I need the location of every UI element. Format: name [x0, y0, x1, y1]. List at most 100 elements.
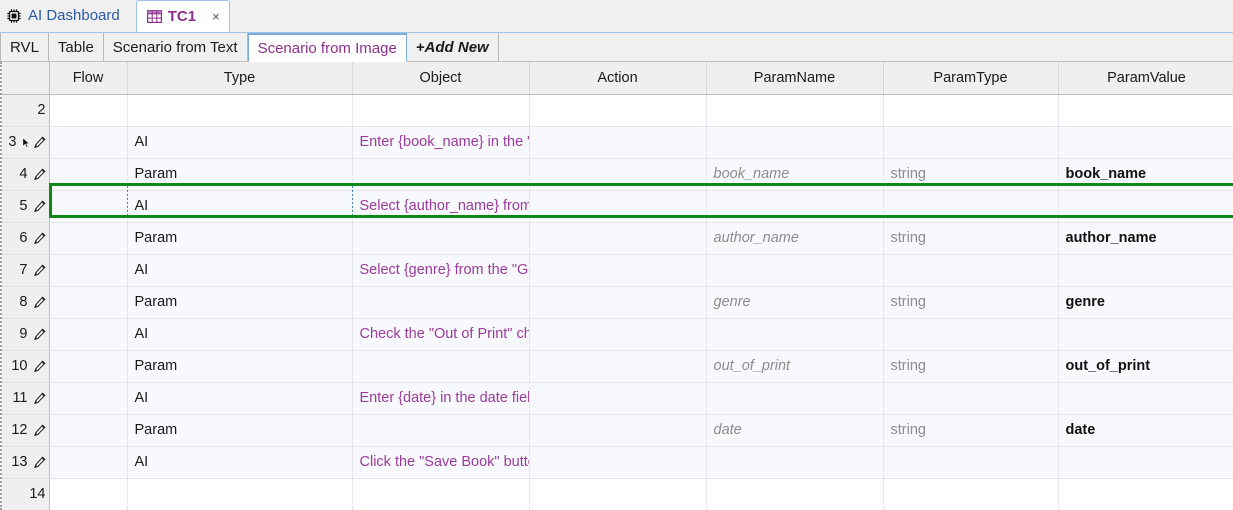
table-row[interactable]: 10 Param out_of_print string out_of_print: [2, 350, 1233, 383]
pencil-icon[interactable]: [33, 263, 46, 277]
row-header-4[interactable]: 4: [2, 158, 50, 191]
cell-paramtype[interactable]: string: [883, 286, 1059, 319]
row-header-10[interactable]: 10: [2, 350, 50, 383]
cell-paramtype[interactable]: [883, 382, 1059, 415]
cell-paramtype[interactable]: [883, 318, 1059, 351]
cell-paramvalue[interactable]: date: [1058, 414, 1233, 447]
cell-action[interactable]: [529, 414, 707, 447]
row-header-14[interactable]: 14: [2, 478, 50, 510]
brand-ai-dashboard[interactable]: AI Dashboard: [0, 0, 130, 32]
row-header-7[interactable]: 7: [2, 254, 50, 287]
cell-action[interactable]: [529, 222, 707, 255]
cell-paramname[interactable]: [706, 254, 884, 287]
cell-flow[interactable]: [49, 190, 128, 223]
cell-type[interactable]: Param: [127, 286, 353, 319]
cell-paramname[interactable]: [706, 478, 884, 510]
cell-paramtype[interactable]: [883, 446, 1059, 479]
cell-type[interactable]: AI: [127, 318, 353, 351]
cell-paramtype[interactable]: [883, 478, 1059, 510]
cell-flow[interactable]: [49, 94, 128, 127]
tab-scenario-from-image[interactable]: Scenario from Image: [247, 33, 407, 62]
cell-flow[interactable]: [49, 286, 128, 319]
table-row[interactable]: 5 AISelect {author_name} from the "Author…: [2, 190, 1233, 223]
pencil-icon[interactable]: [33, 167, 46, 181]
cell-paramname[interactable]: [706, 382, 884, 415]
cell-type[interactable]: AI: [127, 190, 353, 223]
cell-paramtype[interactable]: string: [883, 222, 1059, 255]
cell-paramvalue[interactable]: [1058, 382, 1233, 415]
cell-object[interactable]: [352, 478, 530, 510]
table-row[interactable]: 7 AISelect {genre} from the "Genre" dropd…: [2, 254, 1233, 287]
cell-object[interactable]: [352, 222, 530, 255]
table-row[interactable]: 12 Param date string date: [2, 414, 1233, 447]
pencil-icon[interactable]: [33, 359, 46, 373]
header-paramvalue[interactable]: ParamValue: [1058, 62, 1233, 95]
row-header-11[interactable]: 11: [2, 382, 50, 415]
cell-action[interactable]: [529, 350, 707, 383]
cell-flow[interactable]: [49, 222, 128, 255]
cell-object[interactable]: Check the "Out of Print" checkbox if {ou…: [352, 318, 530, 351]
table-row[interactable]: 11 AI Enter {date} in the date field.: [2, 382, 1233, 415]
cell-object[interactable]: [352, 94, 530, 127]
cell-flow[interactable]: [49, 478, 128, 510]
row-header-3[interactable]: 3: [2, 126, 50, 159]
cell-action[interactable]: [529, 190, 707, 223]
row-header-8[interactable]: 8: [2, 286, 50, 319]
cell-paramname[interactable]: out_of_print: [706, 350, 884, 383]
table-row[interactable]: 9 AICheck the "Out of Print" checkbox if …: [2, 318, 1233, 351]
cell-paramvalue[interactable]: [1058, 126, 1233, 159]
cell-type[interactable]: Param: [127, 414, 353, 447]
cell-action[interactable]: [529, 478, 707, 510]
document-tab-tc1[interactable]: TC1 ×: [135, 0, 230, 32]
cell-type[interactable]: AI: [127, 254, 353, 287]
header-action[interactable]: Action: [529, 62, 707, 95]
cell-flow[interactable]: [49, 382, 128, 415]
cell-object[interactable]: Enter {date} in the date field.: [352, 382, 530, 415]
cell-type[interactable]: AI: [127, 446, 353, 479]
cell-action[interactable]: [529, 446, 707, 479]
cell-type[interactable]: Param: [127, 350, 353, 383]
cell-object[interactable]: Click the "Save Book" button.: [352, 446, 530, 479]
cell-flow[interactable]: [49, 158, 128, 191]
cell-paramname[interactable]: [706, 190, 884, 223]
table-row[interactable]: 2: [2, 94, 1233, 127]
pencil-icon[interactable]: [33, 327, 46, 341]
row-header-9[interactable]: 9: [2, 318, 50, 351]
header-type[interactable]: Type: [127, 62, 353, 95]
row-header-12[interactable]: 12: [2, 414, 50, 447]
table-row[interactable]: 8 Param genre string genre: [2, 286, 1233, 319]
cell-paramtype[interactable]: [883, 126, 1059, 159]
row-header-13[interactable]: 13: [2, 446, 50, 479]
cell-object[interactable]: Select {author_name} from the "Author" d…: [352, 190, 530, 223]
pencil-icon[interactable]: [33, 423, 46, 437]
cell-paramvalue[interactable]: [1058, 254, 1233, 287]
pencil-icon[interactable]: [33, 199, 46, 213]
cell-action[interactable]: [529, 318, 707, 351]
cell-type[interactable]: [127, 94, 353, 127]
pencil-icon[interactable]: [33, 231, 46, 245]
cell-paramvalue[interactable]: [1058, 94, 1233, 127]
cell-paramtype[interactable]: string: [883, 158, 1059, 191]
cell-object[interactable]: Select {genre} from the "Genre" dropdown…: [352, 254, 530, 287]
header-object[interactable]: Object: [352, 62, 530, 95]
cell-object[interactable]: [352, 286, 530, 319]
cell-flow[interactable]: [49, 414, 128, 447]
cell-paramvalue[interactable]: [1058, 318, 1233, 351]
cell-paramname[interactable]: date: [706, 414, 884, 447]
table-row[interactable]: 6 Param author_name string author_name: [2, 222, 1233, 255]
pencil-icon[interactable]: [33, 455, 46, 469]
cell-paramname[interactable]: genre: [706, 286, 884, 319]
cell-paramname[interactable]: [706, 446, 884, 479]
table-row[interactable]: 14: [2, 478, 1233, 510]
cell-action[interactable]: [529, 126, 707, 159]
pencil-icon[interactable]: [33, 391, 46, 405]
cell-paramtype[interactable]: string: [883, 350, 1059, 383]
cell-action[interactable]: [529, 254, 707, 287]
table-row[interactable]: 13 AIClick the "Save Book" button.: [2, 446, 1233, 479]
close-icon[interactable]: ×: [212, 10, 220, 23]
header-paramname[interactable]: ParamName: [706, 62, 884, 95]
cell-type[interactable]: Param: [127, 222, 353, 255]
cell-flow[interactable]: [49, 446, 128, 479]
cell-action[interactable]: [529, 94, 707, 127]
pencil-icon[interactable]: [33, 295, 46, 309]
